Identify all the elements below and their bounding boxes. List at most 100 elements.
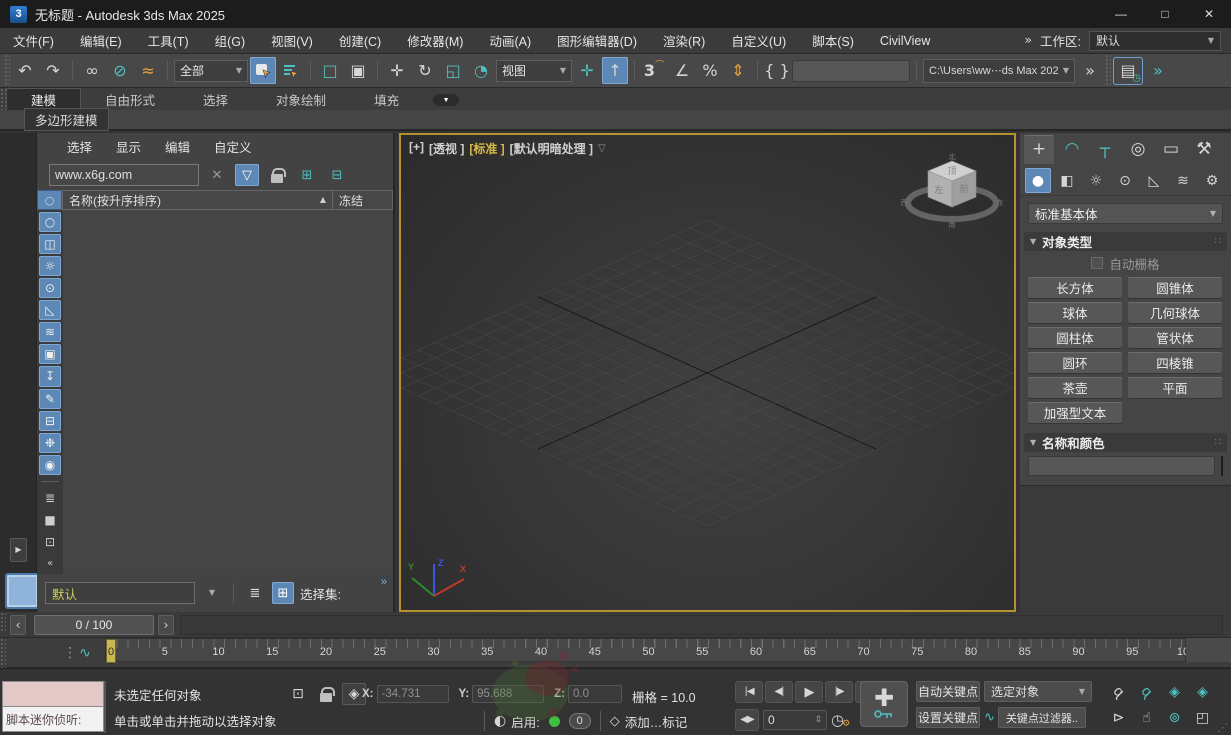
hierarchy-mode-icon[interactable]: ⊞ [272,582,294,604]
selection-filter-dropdown[interactable]: 全部 ▼ [174,59,248,82]
select-and-rotate-icon[interactable]: ↻ [412,57,438,84]
torus-button[interactable]: 圆环 [1028,352,1122,373]
key-mode-toggle[interactable]: ◀▶ [735,709,759,731]
helpers-category-icon[interactable]: ◺ [1141,168,1167,193]
object-name-input[interactable] [1028,456,1215,476]
display-hidden-toggle[interactable]: ◉ [39,454,61,475]
select-and-link-icon[interactable]: ∞ [79,57,105,84]
shapes-category-icon[interactable]: ◧ [1054,168,1080,193]
time-slider-handle[interactable]: 0 / 100 [34,614,154,635]
set-keys-button[interactable]: ✚ [860,681,908,727]
rectangular-selection-region-icon[interactable]: □ [317,57,343,84]
ribbon-tab-selection[interactable]: 选择 [179,88,252,110]
use-selection-center-icon[interactable]: ↑ [602,57,628,84]
resize-grip-icon[interactable]: ⋰ [1217,722,1228,733]
geosphere-button[interactable]: 几何球体 [1128,302,1222,323]
display-lights-toggle[interactable]: ☼ [39,256,61,277]
ribbon-minimize-icon[interactable]: ▼ [433,94,460,106]
project-folder-dropdown[interactable]: C:\Users\ww⋯ds Max 2025 ▼ [923,58,1075,83]
display-xrefs-toggle[interactable]: ↧ [39,366,61,387]
workspace-dropdown[interactable]: 默认 ▼ [1089,30,1221,51]
key-selected-dropdown[interactable]: 选定对象 ▼ [984,681,1092,702]
explorer-menu-edit[interactable]: 编辑 [153,137,202,156]
ribbon-tab-modeling[interactable]: 建模 [6,88,82,110]
next-frame-button[interactable]: |▶ [825,681,853,703]
y-coord-field[interactable]: 95.688 [472,685,545,703]
perspective-viewport[interactable]: [+] [透视 ] [标准 ] [默认明暗处理 ] ▽ 北 东 南 西 顶 左 … [399,133,1016,612]
previous-frame-button[interactable]: ◀| [765,681,793,703]
auto-key-button[interactable]: 自动关键点 [916,681,980,702]
edit-named-selection-sets-icon[interactable]: { } [764,57,790,84]
goto-start-button[interactable]: |◀ [735,681,763,703]
menu-graph-editors[interactable]: 图形编辑器(D) [544,28,650,53]
lights-category-icon[interactable]: ☼ [1083,168,1109,193]
menu-animation[interactable]: 动画(A) [476,28,544,53]
viewcube-front-face[interactable]: 前 [959,183,968,194]
menu-civilview[interactable]: CivilView [867,28,943,53]
menu-views[interactable]: 视图(V) [258,28,326,53]
clear-search-icon[interactable]: ✕ [205,164,229,186]
collapse-all-icon[interactable]: ⊟ [325,164,349,186]
x-coord-field[interactable]: -34.731 [376,685,449,703]
menu-modifiers[interactable]: 修改器(M) [394,28,476,53]
pan-icon[interactable]: ☝ [1134,707,1159,729]
layer-color-button[interactable] [5,573,40,609]
collapse-toolbar-icon[interactable]: « [39,554,61,574]
autosave-button[interactable]: ▤ ◷ [1113,56,1143,85]
listener-macro-pane[interactable] [2,681,104,707]
viewport-standard-menu[interactable]: [标准 ] [469,140,504,157]
frozen-column-header[interactable]: 冻结 [333,190,393,210]
name-color-rollout[interactable]: ▼ 名称和颜色 ∷ [1024,433,1227,452]
zoom-all-icon[interactable]: ɋ [1134,681,1159,703]
explorer-menu-customize[interactable]: 自定义 [202,137,264,156]
quick-access-overflow-icon[interactable]: » [1145,57,1171,84]
tube-button[interactable]: 管状体 [1128,327,1222,348]
menu-scripting[interactable]: 脚本(S) [799,28,867,53]
window-crossing-icon[interactable]: ▣ [345,57,371,84]
viewcube-top-face[interactable]: 顶 [947,166,956,176]
pyramid-button[interactable]: 四棱锥 [1128,352,1222,373]
explorer-menu-select[interactable]: 选择 [55,137,104,156]
spacewarps-category-icon[interactable]: ≋ [1170,168,1196,193]
ribbon-tab-object-paint[interactable]: 对象绘制 [252,88,350,110]
percent-snap-toggle-icon[interactable]: % [697,57,723,84]
compass-north[interactable]: 北 [949,153,956,161]
marker-cube-icon[interactable]: ◇ [610,715,620,728]
cylinder-button[interactable]: 圆柱体 [1028,327,1122,348]
compass-east[interactable]: 东 [997,198,1004,207]
set-key-button[interactable]: 设置关键点 [916,707,980,728]
cameras-category-icon[interactable]: ⊙ [1112,168,1138,193]
display-shapes-toggle[interactable]: ◫ [39,234,61,255]
name-column-header[interactable]: 名称(按升序排序) ▲ [62,190,333,210]
ribbon-tab-freeform[interactable]: 自由形式 [81,88,179,110]
bind-to-spacewarp-icon[interactable]: ≈ [135,57,161,84]
display-cameras-toggle[interactable]: ⊙ [39,278,61,299]
display-tab[interactable]: ▭ [1156,135,1186,164]
display-particles-toggle[interactable]: ❉ [39,432,61,453]
teapot-button[interactable]: 茶壶 [1028,377,1122,398]
textplus-button[interactable]: 加强型文本 [1028,402,1122,423]
menu-tools[interactable]: 工具(T) [135,28,202,53]
viewcube-left-face[interactable]: 左 [934,184,943,195]
filter-icon[interactable]: ▽ [235,164,259,186]
display-helpers-toggle[interactable]: ◺ [39,300,61,321]
menu-overflow-icon[interactable]: » [1024,34,1032,47]
expand-all-icon[interactable]: ⊞ [295,164,319,186]
menu-customize[interactable]: 自定义(U) [718,28,799,53]
row-icon-column-header[interactable]: ○ [37,190,62,210]
motion-tab[interactable]: ◎ [1123,135,1153,164]
ribbon-panel-polygon-modeling[interactable]: 多边形建模 [24,108,109,131]
maximize-viewport-icon[interactable]: ◰ [1190,707,1215,729]
object-type-rollout[interactable]: ▼ 对象类型 ∷ [1024,232,1227,251]
maxscript-mini-listener[interactable]: 脚本迷你侦听: [2,681,106,733]
track-bar-ruler[interactable]: 0510152025303540455055606570758085909510… [105,638,1195,663]
plane-button[interactable]: 平面 [1128,377,1222,398]
pick-parent-icon[interactable]: ⊡ [39,532,61,552]
next-frame-arrow[interactable]: › [158,614,174,635]
current-frame-spinner[interactable]: 0 ⇕ [763,710,827,730]
counter-badge[interactable]: 0 [568,713,591,729]
display-containers-toggle[interactable]: ⊟ [39,410,61,431]
reference-coordinate-dropdown[interactable]: 视图 ▼ [496,59,572,82]
select-object-icon[interactable] [250,57,276,84]
display-none-toggle[interactable]: ○ [39,212,61,233]
